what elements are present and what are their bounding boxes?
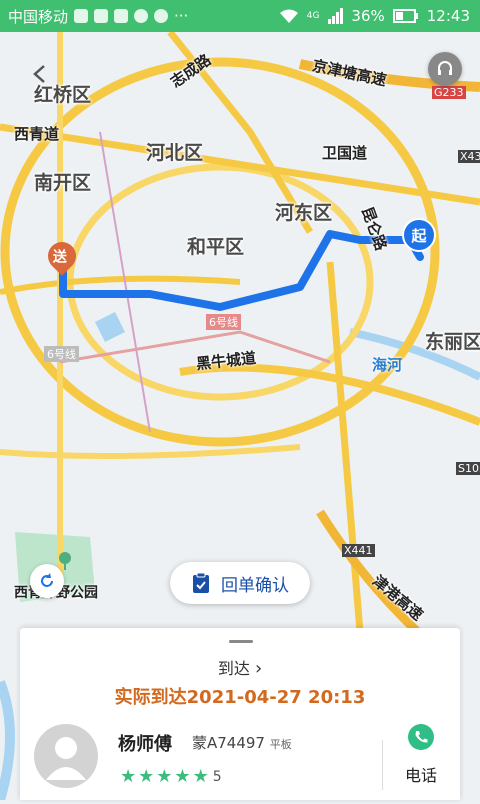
- road-badge: X441: [342, 544, 375, 557]
- star-icon: ★: [138, 766, 155, 787]
- avatar: [34, 724, 98, 788]
- driver-name: 杨师傅: [118, 734, 172, 755]
- rating-stars: ★ ★ ★ ★ ★ 5: [120, 766, 222, 787]
- clipboard-check-icon: [193, 572, 209, 593]
- message-notification-icon: [114, 9, 129, 23]
- signal-icon: [328, 8, 344, 24]
- plate-number: 蒙A74497: [192, 734, 265, 752]
- drag-handle[interactable]: [229, 640, 253, 643]
- road-label: 卫国道: [322, 144, 368, 162]
- clock: 12:43: [426, 7, 470, 25]
- more-notifications-icon: ···: [174, 7, 189, 25]
- call-button[interactable]: 电话: [396, 724, 446, 794]
- status-bar: 中国移动 ··· 4G 36% 12:43: [0, 0, 480, 32]
- metro-label: 6号线: [44, 346, 79, 362]
- destination-pin-label: 送: [52, 249, 67, 266]
- status-link-label: 到达: [217, 659, 250, 678]
- carrier-label: 中国移动: [8, 7, 69, 26]
- district-label: 河北区: [146, 142, 204, 164]
- call-label: 电话: [404, 766, 437, 785]
- rating-value: 5: [212, 768, 222, 785]
- road-label: 海河: [372, 356, 403, 374]
- phone-icon: [408, 724, 434, 750]
- wifi-icon: [279, 9, 298, 23]
- road-badge: X43: [458, 150, 480, 163]
- star-icon: ★: [120, 766, 137, 787]
- headset-icon: [438, 61, 452, 75]
- vehicle-info: 蒙A74497 平板: [192, 732, 292, 753]
- star-icon: ★: [174, 766, 191, 787]
- district-label: 南开区: [34, 172, 92, 194]
- road-badge: G233: [432, 86, 466, 99]
- chevron-right-icon: ›: [254, 658, 263, 679]
- divider: [382, 740, 383, 790]
- refresh-button[interactable]: [30, 564, 64, 598]
- district-label: 河东区: [275, 202, 333, 224]
- district-label: 西青道: [14, 125, 60, 143]
- metro-label: 6号线: [206, 314, 241, 330]
- district-label: 和平区: [187, 236, 245, 258]
- start-pin[interactable]: 起: [402, 218, 436, 252]
- star-icon: ★: [192, 766, 209, 787]
- image-notification-icon: [94, 9, 109, 23]
- refresh-icon: [41, 573, 53, 587]
- tree-icon: [59, 552, 71, 570]
- status-link[interactable]: 到达 ›: [20, 655, 460, 679]
- shield-notification-icon-2: [154, 9, 169, 23]
- app-notification-icon: [74, 9, 89, 23]
- shield-notification-icon: [134, 9, 149, 23]
- order-card: 到达 › 实际到达2021-04-27 20:13 杨师傅 蒙A74497 平板…: [20, 628, 460, 800]
- actual-arrival-time: 实际到达2021-04-27 20:13: [114, 687, 366, 708]
- receipt-confirm-label: 回单确认: [221, 575, 289, 596]
- star-icon: ★: [156, 766, 173, 787]
- back-arrow-icon[interactable]: [28, 62, 52, 86]
- road-badge: S105: [456, 462, 480, 475]
- district-label: 东丽区: [425, 331, 480, 353]
- customer-service-button[interactable]: [428, 52, 462, 86]
- user-placeholder-icon: [46, 737, 86, 780]
- battery-icon: [392, 9, 418, 23]
- vehicle-type: 平板: [269, 738, 292, 751]
- receipt-confirm-button[interactable]: 回单确认: [170, 562, 310, 604]
- network-type: 4G: [306, 11, 320, 21]
- battery-percent: 36%: [351, 7, 385, 25]
